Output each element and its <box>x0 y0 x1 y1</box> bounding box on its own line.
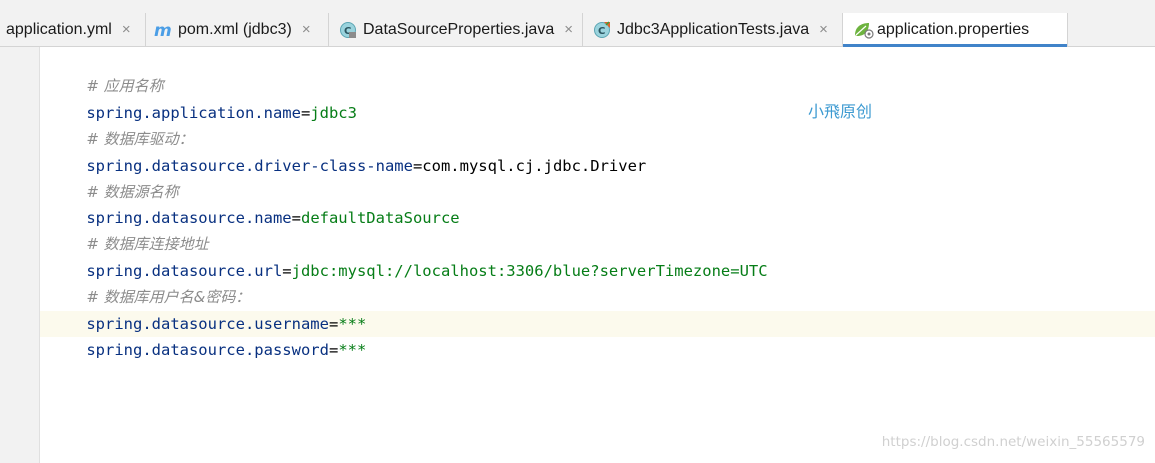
author-watermark: 小飛原创 <box>808 102 873 121</box>
tab-label: application.properties <box>877 20 1030 38</box>
code-line-8[interactable]: spring.datasource.url=jdbc:mysql://local… <box>49 232 767 280</box>
tab-label: pom.xml (jdbc3) <box>178 20 292 38</box>
editor-tab-bar: application.yml × m pom.xml (jdbc3) × C … <box>0 13 1155 47</box>
close-icon[interactable]: × <box>564 21 573 38</box>
equals-sign: = <box>282 262 292 280</box>
maven-m-icon: m <box>154 21 172 41</box>
property-key: spring.datasource.password <box>86 341 329 359</box>
equals-sign: = <box>300 104 311 122</box>
svg-text:m: m <box>154 21 172 39</box>
code-line-4[interactable]: spring.datasource.driver-class-name=com.… <box>49 127 646 175</box>
close-icon[interactable]: × <box>122 21 131 38</box>
java-class-icon: C <box>339 21 357 39</box>
code-line-6[interactable]: spring.datasource.name=defaultDataSource <box>49 179 459 227</box>
window-top-strip <box>0 0 1155 13</box>
code-line-3[interactable]: # 数据库驱动： <box>49 100 193 148</box>
tab-label: DataSourceProperties.java <box>363 20 555 38</box>
tab-jdbc3-application-tests[interactable]: C Jdbc3ApplicationTests.java × <box>583 13 843 46</box>
equals-sign: = <box>412 157 423 175</box>
code-line-5[interactable]: # 数据源名称 <box>49 153 178 201</box>
blog-url-watermark: https://blog.csdn.net/weixin_55565579 <box>881 434 1145 450</box>
tab-datasource-properties[interactable]: C DataSourceProperties.java × <box>329 13 583 46</box>
close-icon[interactable]: × <box>302 21 311 38</box>
code-line-7[interactable]: # 数据库连接地址 <box>49 205 208 253</box>
property-value: jdbc3 <box>310 104 357 122</box>
svg-text:C: C <box>598 26 605 37</box>
tab-label: application.yml <box>6 20 112 38</box>
property-value: com.mysql.cj.jdbc.Driver <box>422 157 647 175</box>
property-value: *** <box>338 341 367 359</box>
code-line-11[interactable]: spring.datasource.password=*** <box>49 311 366 359</box>
java-test-class-icon: C <box>593 20 611 39</box>
tab-pom-xml[interactable]: m pom.xml (jdbc3) × <box>146 13 329 46</box>
tab-application-properties[interactable]: application.properties <box>843 13 1068 47</box>
close-icon[interactable]: × <box>819 21 828 38</box>
property-value: defaultDataSource <box>300 209 460 227</box>
editor-gutter[interactable] <box>0 47 40 463</box>
active-tab-underline <box>843 44 1067 47</box>
code-line-10[interactable]: spring.datasource.username=*** <box>49 285 366 333</box>
code-line-1[interactable]: # 应用名称 <box>49 47 163 95</box>
equals-sign: = <box>291 209 301 227</box>
property-value: jdbc:mysql://localhost:3306/blue?serverT… <box>291 262 768 280</box>
tab-application-yml[interactable]: application.yml × <box>0 13 146 46</box>
tab-label: Jdbc3ApplicationTests.java <box>617 20 810 38</box>
code-line-2[interactable]: spring.application.name=jdbc3 <box>49 74 357 122</box>
equals-sign: = <box>328 341 339 359</box>
code-line-9[interactable]: # 数据库用户名&密码： <box>49 258 250 306</box>
spring-properties-icon <box>853 21 874 39</box>
